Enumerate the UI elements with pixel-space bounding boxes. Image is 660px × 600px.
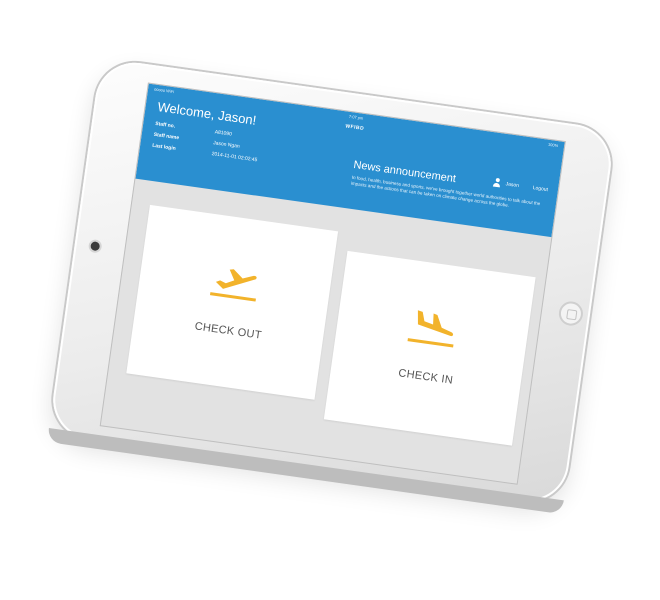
tablet-device: ooooo WiFi 7:07 pm 100% WFIBD Welcome, J… bbox=[48, 57, 616, 507]
home-button[interactable] bbox=[557, 300, 585, 328]
check-out-button[interactable]: CHECK OUT bbox=[126, 204, 339, 400]
status-time: 7:07 pm bbox=[348, 113, 364, 121]
logout-link[interactable]: Logout bbox=[532, 185, 548, 193]
app-screen: ooooo WiFi 7:07 pm 100% WFIBD Welcome, J… bbox=[99, 82, 566, 485]
plane-departure-icon bbox=[209, 269, 257, 302]
user-icon bbox=[492, 177, 502, 187]
check-in-label: CHECK IN bbox=[397, 367, 454, 387]
check-in-button[interactable]: CHECK IN bbox=[323, 250, 536, 446]
status-battery: 100% bbox=[547, 141, 559, 149]
front-camera bbox=[90, 241, 101, 252]
user-area: Jason Logout bbox=[492, 177, 548, 194]
user-name: Jason bbox=[505, 180, 520, 189]
status-carrier: ooooo WiFi bbox=[153, 86, 175, 95]
app-brand: WFIBD bbox=[344, 123, 365, 132]
check-out-label: CHECK OUT bbox=[193, 320, 263, 342]
plane-arrival-icon bbox=[407, 310, 454, 348]
